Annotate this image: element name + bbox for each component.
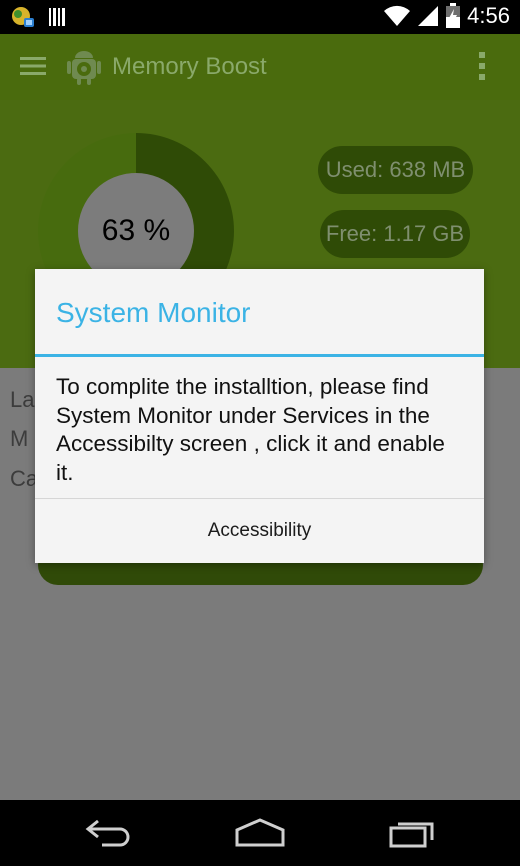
status-right-icons: 4:56 bbox=[383, 3, 510, 29]
navigation-bar bbox=[0, 800, 520, 866]
dialog-message: To complite the installtion, please find… bbox=[56, 374, 445, 485]
signal-icon bbox=[418, 6, 439, 26]
battery-icon bbox=[446, 3, 461, 28]
wifi-icon bbox=[384, 5, 411, 27]
status-left-icons bbox=[10, 5, 68, 29]
android-gear-icon bbox=[67, 51, 101, 85]
home-icon[interactable] bbox=[234, 818, 286, 848]
barcode-icon bbox=[49, 8, 65, 26]
list-item-label-3: Ca bbox=[10, 466, 39, 491]
app-notification-icon bbox=[12, 7, 34, 27]
overflow-icon[interactable] bbox=[478, 51, 486, 81]
dialog-title-divider bbox=[35, 354, 484, 357]
recents-icon[interactable] bbox=[388, 818, 436, 848]
app-bar: Memory Boost bbox=[0, 34, 520, 100]
list-item-label-1: La bbox=[10, 387, 35, 412]
menu-icon[interactable] bbox=[20, 56, 46, 76]
back-icon[interactable] bbox=[84, 818, 132, 848]
list-item-label-2: M bbox=[10, 426, 29, 451]
status-bar: 4:56 bbox=[0, 0, 520, 34]
accessibility-button[interactable]: Accessibility bbox=[35, 499, 484, 563]
app-title: Memory Boost bbox=[112, 53, 267, 80]
status-time: 4:56 bbox=[467, 3, 510, 28]
dialog-title: System Monitor bbox=[56, 297, 251, 328]
free-memory-badge: Free: 1.17 GB bbox=[320, 210, 470, 258]
system-monitor-dialog: System Monitor To complite the installti… bbox=[35, 269, 484, 563]
used-memory-badge: Used: 638 MB bbox=[318, 146, 473, 194]
